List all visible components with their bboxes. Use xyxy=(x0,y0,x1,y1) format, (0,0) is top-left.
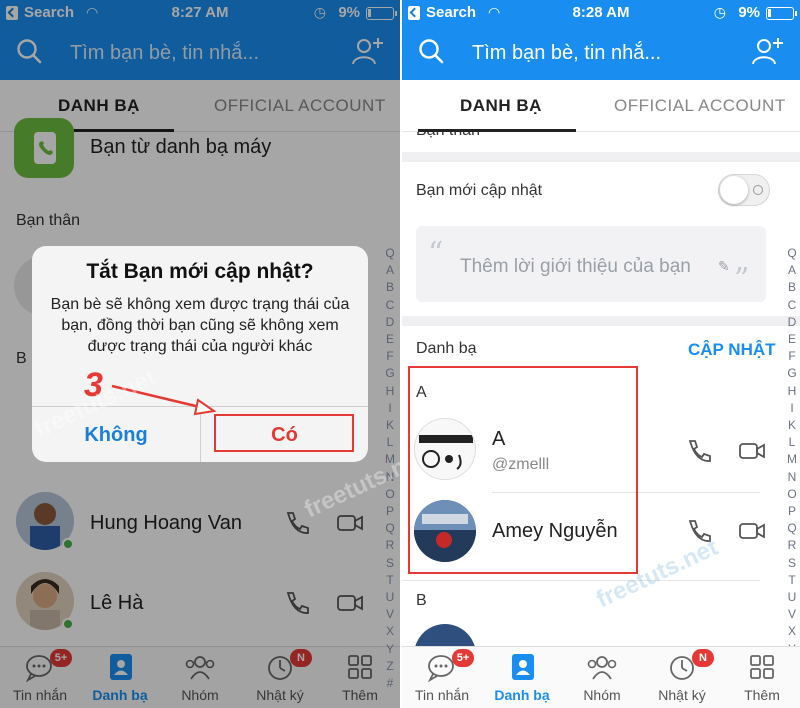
battery-icon xyxy=(766,7,797,20)
alphabet-index-letter[interactable]: N xyxy=(786,470,798,484)
alphabet-index-letter[interactable]: Q xyxy=(384,521,396,535)
group-icon xyxy=(587,656,617,680)
alphabet-index-letter[interactable]: V xyxy=(384,607,396,621)
alphabet-index-letter[interactable]: Y xyxy=(384,642,396,656)
grid-icon xyxy=(750,655,774,679)
separator xyxy=(402,316,800,326)
alphabet-index-letter[interactable]: K xyxy=(384,418,396,432)
alphabet-index-letter[interactable]: E xyxy=(384,332,396,346)
contacts-tabs: DANH BẠ OFFICIAL ACCOUNT xyxy=(402,80,800,132)
alphabet-index-letter[interactable]: C xyxy=(384,298,396,312)
new-badge: N xyxy=(692,649,714,667)
video-call-icon[interactable] xyxy=(738,438,766,464)
toggle-off-indicator xyxy=(753,185,763,195)
new-update-toggle[interactable] xyxy=(718,174,770,206)
alphabet-index-letter[interactable]: # xyxy=(384,676,396,690)
search-icon[interactable] xyxy=(418,38,444,64)
highlight-box xyxy=(214,414,354,452)
search-input[interactable]: Tìm bạn bè, tin nhắ... xyxy=(472,42,661,65)
alphabet-index-letter[interactable]: L xyxy=(786,435,798,449)
alphabet-index-letter[interactable]: U xyxy=(786,590,798,604)
alphabet-index-letter[interactable]: O xyxy=(786,487,798,501)
top-bar: Search ◠ 8:28 AM ◷ 9% Tìm bạn bè, tin nh… xyxy=(402,0,800,80)
alphabet-index-letter[interactable]: T xyxy=(786,573,798,587)
right-screen: Search ◠ 8:28 AM ◷ 9% Tìm bạn bè, tin nh… xyxy=(402,0,800,708)
alphabet-index-letter[interactable]: K xyxy=(786,418,798,432)
partial-header-row: Bạn thân xyxy=(402,132,800,152)
alphabet-index-letter[interactable]: G xyxy=(384,366,396,380)
nav-label: Danh bạ xyxy=(494,687,550,703)
alphabet-index-letter[interactable]: G xyxy=(786,366,798,380)
alphabet-index-letter[interactable]: A xyxy=(786,263,798,277)
alphabet-index-letter[interactable]: Q xyxy=(384,246,396,260)
alphabet-index-letter[interactable]: B xyxy=(786,280,798,294)
bottom-nav: 5+ Tin nhắn Danh bạ Nhóm N Nhật ký Thêm xyxy=(402,646,800,708)
alphabet-index-letter[interactable]: X xyxy=(786,624,798,638)
separator xyxy=(402,152,800,162)
tab-danh-ba[interactable]: DANH BẠ xyxy=(460,96,542,116)
alphabet-index-letter[interactable]: T xyxy=(384,573,396,587)
alphabet-index-letter[interactable]: A xyxy=(384,263,396,277)
alarm-icon: ◷ xyxy=(713,4,726,20)
close-friends-header: Bạn thân xyxy=(416,132,480,140)
dialog-title: Tắt Bạn mới cập nhật? xyxy=(86,260,314,283)
alphabet-index-letter[interactable]: P xyxy=(786,504,798,518)
close-quote-icon: ” xyxy=(734,262,750,297)
update-contacts-link[interactable]: CẬP NHẬT xyxy=(688,340,776,360)
edit-pencil-icon: ✎ xyxy=(718,258,730,274)
alphabet-index-letter[interactable]: R xyxy=(786,538,798,552)
alphabet-index-letter[interactable]: H xyxy=(384,384,396,398)
row-divider xyxy=(402,580,760,581)
alphabet-index-letter[interactable]: M xyxy=(786,452,798,466)
alphabet-index-letter[interactable]: H xyxy=(786,384,798,398)
alphabet-index-letter[interactable]: R xyxy=(384,538,396,552)
contacts-icon xyxy=(512,654,534,680)
alphabet-index-letter[interactable]: S xyxy=(786,556,798,570)
intro-box[interactable]: “ Thêm lời giới thiệu của bạn ✎ ” xyxy=(416,226,766,302)
nav-label: Tin nhắn xyxy=(415,687,469,703)
group-letter: B xyxy=(416,592,427,609)
open-quote-icon: “ xyxy=(428,236,444,271)
alphabet-index-letter[interactable]: I xyxy=(384,401,396,415)
unread-badge: 5+ xyxy=(452,649,474,667)
nav-label: Nhật ký xyxy=(658,687,706,703)
alphabet-index-letter[interactable]: F xyxy=(786,349,798,363)
video-call-icon[interactable] xyxy=(738,518,766,544)
alphabet-index-letter[interactable]: S xyxy=(384,556,396,570)
alphabet-index-letter[interactable]: C xyxy=(786,298,798,312)
alphabet-index-letter[interactable]: V xyxy=(786,607,798,621)
alphabet-index-letter[interactable]: Q xyxy=(786,246,798,260)
tab-official-account[interactable]: OFFICIAL ACCOUNT xyxy=(614,96,786,116)
left-screen: Search ◠ 8:27 AM ◷ 9% Tìm bạn bè, tin nh… xyxy=(0,0,400,708)
alphabet-index-letter[interactable]: U xyxy=(384,590,396,604)
status-bar: Search ◠ 8:28 AM ◷ 9% xyxy=(402,0,800,26)
phonebook-header: Danh bạ xyxy=(416,340,477,357)
alphabet-index-letter[interactable]: Q xyxy=(786,521,798,535)
alphabet-index-letter[interactable]: E xyxy=(786,332,798,346)
alphabet-index-letter[interactable]: Z xyxy=(384,659,396,673)
alphabet-index-letter[interactable]: B xyxy=(384,280,396,294)
battery-percent: 9% xyxy=(738,4,760,21)
highlight-box xyxy=(408,366,638,574)
dialog-message: Bạn bè sẽ không xem được trạng thái của … xyxy=(50,296,350,355)
alphabet-index-letter[interactable]: F xyxy=(384,349,396,363)
new-update-label: Bạn mới cập nhật xyxy=(416,182,543,199)
intro-placeholder: Thêm lời giới thiệu của bạn xyxy=(460,256,691,277)
call-icon[interactable] xyxy=(684,438,712,464)
alphabet-index-letter[interactable]: I xyxy=(786,401,798,415)
alphabet-index-letter[interactable]: X xyxy=(384,624,396,638)
nav-label: Nhóm xyxy=(583,687,621,703)
add-friend-icon[interactable] xyxy=(752,36,784,66)
toggle-knob xyxy=(720,176,748,204)
nav-label: Thêm xyxy=(744,687,780,703)
alphabet-index-letter[interactable]: P xyxy=(384,504,396,518)
alphabet-index-letter[interactable]: D xyxy=(786,315,798,329)
alphabet-index-letter[interactable]: L xyxy=(384,435,396,449)
alphabet-index-letter[interactable]: D xyxy=(384,315,396,329)
